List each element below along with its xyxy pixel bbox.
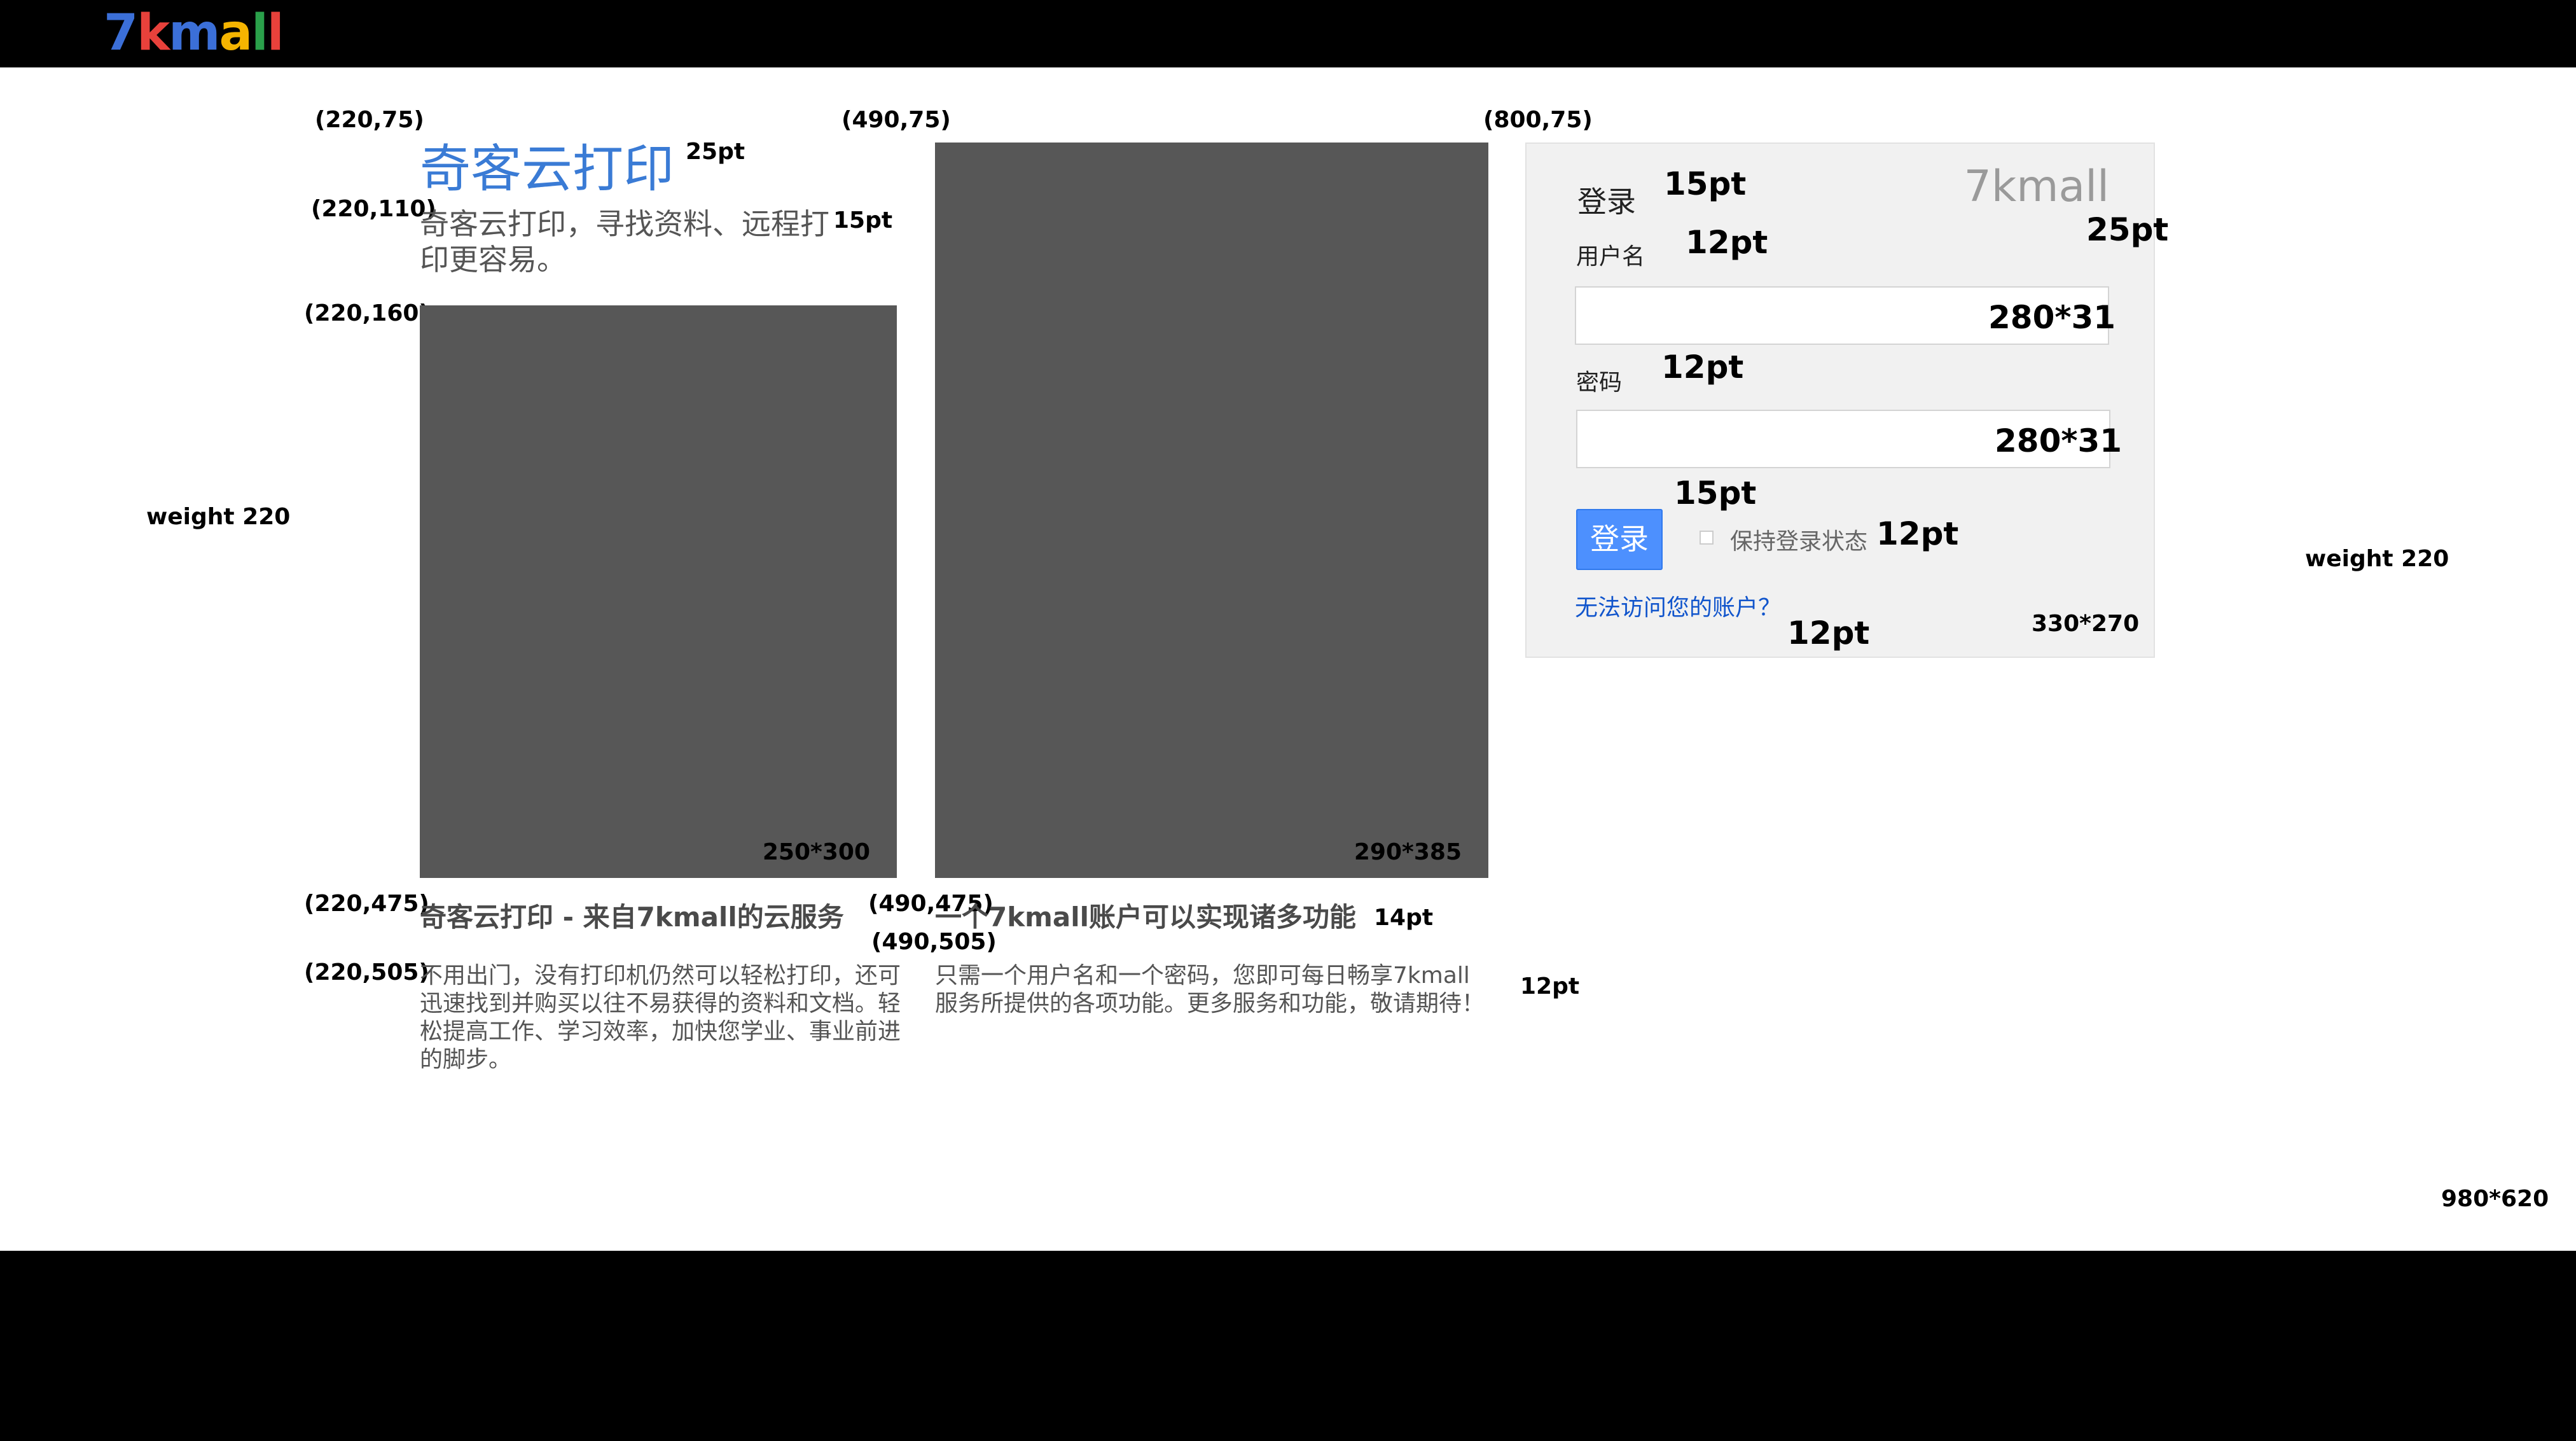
placeholder-dimension: 290*385 [1354, 839, 1462, 865]
middle-section-title: 一个7kmall账户可以实现诸多功能 [935, 901, 1357, 933]
logo-letter: l [267, 4, 284, 62]
coord-annotation: (490,75) [841, 107, 951, 133]
coord-annotation: (220,110) [311, 196, 436, 222]
top-bar: 7kmall [0, 0, 2576, 67]
image-placeholder-left: 250*300 [420, 305, 897, 878]
login-title: 登录 [1577, 184, 1636, 219]
login-dimension-annotation: 330*270 [2032, 611, 2140, 637]
hero-description: 奇客云打印，寻找资料、远程打印更容易。 [420, 207, 829, 277]
logo-letter: m [169, 4, 220, 62]
coord-annotation: (800,75) [1483, 107, 1593, 133]
coord-annotation: (220,160) [304, 300, 429, 326]
left-section-text: 不用出门，没有打印机仍然可以轻松打印，还可迅速找到并购买以往不易获得的资料和文档… [420, 963, 901, 1073]
logo-letter: l [251, 4, 268, 62]
logo-letter: k [137, 4, 170, 62]
login-button[interactable]: 登录 [1576, 509, 1663, 570]
hero-title: 奇客云打印 [420, 139, 674, 198]
font-size-annotation: 12pt [1520, 973, 1580, 999]
weight-annotation: weight 220 [2305, 546, 2449, 572]
font-size-annotation: 15pt [833, 207, 893, 233]
page-content: (220,75) (220,110) (220,160) (220,475) (… [0, 67, 2576, 1251]
middle-section-text: 只需一个用户名和一个密码，您即可每日畅享7kmall服务所提供的各项功能。更多服… [935, 963, 1485, 1017]
login-panel: 登录 7kmall 15pt 25pt 用户名 12pt 280*31 密码 1… [1525, 143, 2168, 658]
font-size-annotation: 25pt [686, 139, 745, 165]
font-size-annotation: 12pt [1686, 224, 1768, 261]
coord-annotation: (220,505) [304, 959, 429, 985]
footer-bar [0, 1251, 2576, 1441]
username-label: 用户名 [1576, 244, 1645, 270]
login-brand: 7kmall [1963, 162, 2109, 212]
remember-label: 保持登录状态 [1730, 529, 1868, 555]
logo-letter: 7 [104, 4, 138, 62]
image-placeholder-middle: 290*385 [935, 143, 1488, 878]
placeholder-dimension: 250*300 [762, 839, 870, 865]
account-help-link[interactable]: 无法访问您的账户？ [1575, 589, 1781, 622]
input-dimension-annotation: 280*31 [1995, 422, 2122, 459]
password-label: 密码 [1576, 370, 1623, 396]
weight-annotation: weight 220 [146, 504, 291, 530]
page-dimension-annotation: 980*620 [2441, 1186, 2549, 1212]
logo[interactable]: 7kmall [104, 1, 284, 65]
font-size-annotation: 25pt [2086, 211, 2169, 248]
font-size-annotation: 15pt [1664, 165, 1747, 202]
input-dimension-annotation: 280*31 [1988, 299, 2116, 336]
font-size-annotation: 12pt [1661, 349, 1744, 386]
logo-letter: a [219, 4, 253, 62]
font-size-annotation: 12pt [1876, 515, 1959, 552]
coord-annotation: (220,475) [304, 891, 429, 917]
left-section-title: 奇客云打印 - 来自7kmall的云服务 [420, 901, 844, 933]
remember-checkbox[interactable] [1700, 531, 1714, 545]
font-size-annotation: 12pt [1787, 615, 1870, 651]
coord-annotation: (220,75) [315, 107, 424, 133]
font-size-annotation: 15pt [1674, 475, 1757, 512]
